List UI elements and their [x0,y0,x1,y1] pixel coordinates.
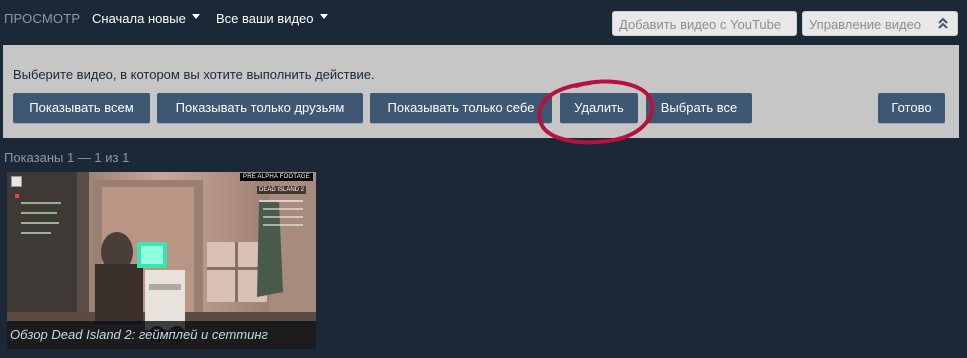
panel-instruction: Выберите видео, в котором вы хотите выпо… [13,67,375,82]
caret-down-icon [319,14,328,20]
show-friends-only-button[interactable]: Показывать только друзьям [157,93,363,123]
double-chevron-up-icon [938,17,948,29]
sort-dropdown[interactable]: Сначала новые [92,11,200,26]
video-title: Обзор Dead Island 2: геймплей и сеттинг [10,327,268,342]
filter-dropdown[interactable]: Все ваши видео [216,11,328,26]
manage-videos-label: Управление видео [809,17,922,32]
sort-dropdown-label: Сначала новые [92,11,186,26]
add-youtube-video-label: Добавить видео с YouTube [619,17,782,32]
pre-alpha-badge: PRE ALPHA FOOTAGE [240,173,313,181]
caret-down-icon [191,14,200,20]
video-caption: Обзор Dead Island 2: геймплей и сеттинг [7,321,316,349]
bulk-action-panel: Выберите видео, в котором вы хотите выпо… [3,45,959,138]
top-toolbar: ПРОСМОТР Сначала новые Все ваши видео До… [0,0,967,40]
select-all-button[interactable]: Выбрать все [646,93,752,123]
game-overlay-label: DEAD ISLAND 2 [257,186,307,194]
delete-button[interactable]: Удалить [560,93,638,123]
add-youtube-video-button[interactable]: Добавить видео с YouTube [612,11,797,36]
done-button[interactable]: Готово [878,93,945,123]
results-count: Показаны 1 — 1 из 1 [4,150,130,165]
video-select-checkbox[interactable] [11,176,22,187]
manage-videos-button[interactable]: Управление видео [802,11,958,36]
show-to-all-button[interactable]: Показывать всем [13,93,150,123]
view-label: ПРОСМОТР [4,11,81,26]
video-card[interactable]: PRE ALPHA FOOTAGE DEAD ISLAND 2 Обзор De… [7,172,316,349]
show-self-only-button[interactable]: Показывать только себе [370,93,552,123]
filter-dropdown-label: Все ваши видео [216,11,314,26]
